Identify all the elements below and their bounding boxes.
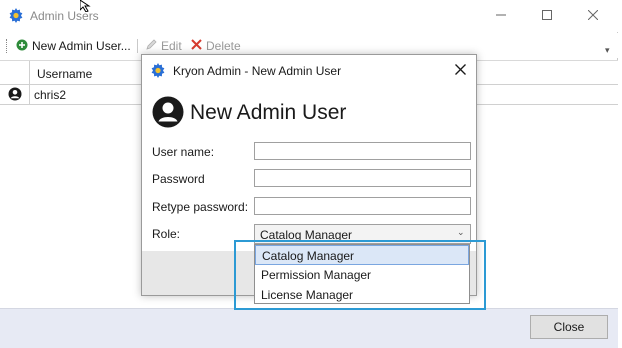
close-icon <box>454 64 466 78</box>
chevron-down-icon: ⌄ <box>457 227 465 237</box>
minimize-button[interactable] <box>478 0 524 30</box>
gear-logo-icon <box>150 62 166 78</box>
new-admin-user-button[interactable]: New Admin User... <box>16 38 131 54</box>
dialog-title: Kryon Admin - New Admin User <box>173 64 342 78</box>
plus-circle-icon <box>16 39 28 54</box>
gear-logo-icon <box>8 7 24 23</box>
role-label: Role: <box>152 227 181 241</box>
close-button[interactable]: Close <box>530 315 608 339</box>
dialog-heading: New Admin User <box>190 101 347 124</box>
user-avatar-icon <box>8 87 22 104</box>
toolbar-overflow-icon[interactable]: ▾ <box>605 45 610 56</box>
window-close-button[interactable] <box>570 0 616 30</box>
window-titlebar: Admin Users <box>0 0 618 32</box>
delete-button[interactable]: Delete <box>191 38 241 54</box>
username-cell[interactable]: chris2 <box>34 88 66 102</box>
retype-password-label: Retype password: <box>152 200 249 214</box>
username-label: User name: <box>152 145 215 159</box>
toolbar-grip[interactable] <box>6 39 9 53</box>
new-admin-user-label: New Admin User... <box>32 39 131 53</box>
delete-label: Delete <box>206 39 241 53</box>
retype-password-input[interactable] <box>254 197 471 215</box>
row-header[interactable] <box>0 85 30 105</box>
edit-button[interactable]: Edit <box>146 38 182 54</box>
highlight-annotation-box <box>234 240 486 310</box>
toolbar-separator <box>137 39 138 53</box>
user-avatar-icon <box>152 96 184 131</box>
dialog-close-button[interactable] <box>450 61 470 81</box>
username-row: User name: <box>152 142 472 162</box>
password-input[interactable] <box>254 169 471 187</box>
pencil-icon <box>146 39 157 53</box>
mouse-cursor-icon <box>79 0 92 13</box>
edit-label: Edit <box>161 39 182 53</box>
x-delete-icon <box>191 39 202 53</box>
dialog-header: New Admin User <box>152 96 347 131</box>
retype-password-row: Retype password: <box>152 197 472 217</box>
window-footer: Close <box>0 308 618 348</box>
column-header-username[interactable]: Username <box>37 67 92 81</box>
username-input[interactable] <box>254 142 471 160</box>
maximize-button[interactable] <box>524 0 570 30</box>
grid-corner[interactable] <box>0 61 30 85</box>
password-label: Password <box>152 172 205 186</box>
dialog-titlebar: Kryon Admin - New Admin User <box>142 55 476 85</box>
password-row: Password <box>152 169 472 189</box>
